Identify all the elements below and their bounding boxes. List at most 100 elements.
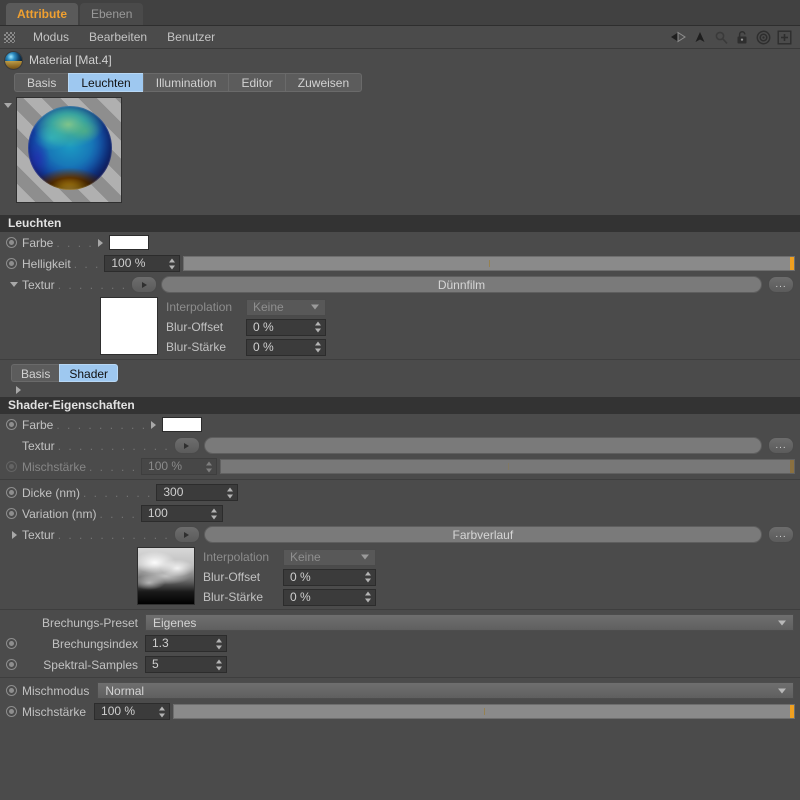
input-shader-blur-offset[interactable]: 0 % bbox=[283, 568, 376, 586]
spinner-icon[interactable] bbox=[314, 341, 321, 353]
toggle-shader-variation[interactable] bbox=[6, 508, 17, 519]
input-leuchten-helligkeit[interactable]: 100 % bbox=[104, 255, 181, 272]
tab-shader-basis[interactable]: Basis bbox=[11, 364, 60, 382]
select-shader-interpolation[interactable]: Keine bbox=[283, 548, 376, 566]
plus-icon[interactable] bbox=[774, 27, 794, 47]
select-mischmodus[interactable]: Normal bbox=[97, 682, 794, 699]
tab-basis[interactable]: Basis bbox=[14, 73, 69, 92]
input-shader-textur[interactable] bbox=[203, 437, 762, 454]
slider-knob[interactable] bbox=[790, 460, 794, 473]
browse-button-leuchten-textur[interactable]: ... bbox=[768, 276, 794, 293]
preview-collapse-toggle[interactable] bbox=[0, 97, 16, 108]
spinner-icon[interactable] bbox=[364, 571, 371, 583]
tab-ebenen[interactable]: Ebenen bbox=[80, 3, 144, 25]
label-shader-blur-staerke: Blur-Stärke bbox=[203, 590, 264, 604]
spinner-icon[interactable] bbox=[314, 321, 321, 333]
texture-thumbnail-leuchten[interactable] bbox=[100, 297, 158, 355]
color-swatch-shader-farbe[interactable] bbox=[162, 417, 203, 432]
slider-leuchten-helligkeit[interactable] bbox=[183, 256, 795, 271]
toggle-leuchten-helligkeit[interactable] bbox=[6, 258, 17, 269]
shader-body: Farbe . . . . . . . . . Textur . . . . .… bbox=[0, 414, 800, 722]
grip-dots-icon[interactable] bbox=[4, 31, 15, 43]
input-leuchten-blur-offset[interactable]: 0 % bbox=[246, 318, 326, 336]
texture-menu-button[interactable] bbox=[173, 437, 200, 454]
spinner-icon[interactable] bbox=[158, 706, 165, 717]
input-mischstaerke[interactable]: 100 % bbox=[94, 703, 171, 720]
expand-leuchten-textur[interactable] bbox=[6, 282, 22, 287]
row-shader-dicke: Dicke (nm) . . . . . . . 300 bbox=[0, 482, 800, 503]
expand-shader-textur2[interactable] bbox=[6, 530, 22, 539]
slider-knob[interactable] bbox=[790, 257, 794, 270]
chevron-down-icon bbox=[361, 554, 369, 560]
toggle-mischmodus[interactable] bbox=[6, 685, 17, 696]
color-swatch-leuchten-farbe[interactable] bbox=[108, 235, 149, 250]
slider-shader-mischstaerke[interactable] bbox=[220, 459, 795, 474]
toggle-leuchten-farbe[interactable] bbox=[6, 237, 17, 248]
spinner-icon[interactable] bbox=[211, 508, 218, 519]
spinner-icon[interactable] bbox=[205, 461, 212, 472]
shader-texture-fields: Interpolation Keine Blur-Offset 0 % Blur… bbox=[203, 547, 376, 607]
menu-item-bearbeiten[interactable]: Bearbeiten bbox=[79, 26, 157, 48]
tab-attribute[interactable]: Attribute bbox=[6, 3, 78, 25]
material-sphere-icon bbox=[5, 51, 22, 69]
input-brechungsindex[interactable]: 1.3 bbox=[145, 635, 227, 652]
browse-button-shader-textur[interactable]: ... bbox=[768, 437, 794, 454]
material-preview[interactable] bbox=[16, 97, 122, 203]
dot-leader: . . . bbox=[73, 256, 101, 271]
row-shader-variation: Variation (nm) . . . . 100 bbox=[0, 503, 800, 524]
menu-bar: Modus Bearbeiten Benutzer bbox=[0, 26, 800, 49]
toggle-spektral-samples[interactable] bbox=[6, 659, 17, 670]
texture-menu-button[interactable] bbox=[131, 276, 158, 293]
toggle-brechungsindex[interactable] bbox=[6, 638, 17, 649]
menu-item-benutzer[interactable]: Benutzer bbox=[157, 26, 225, 48]
lock-icon[interactable] bbox=[732, 27, 752, 47]
input-leuchten-blur-staerke[interactable]: 0 % bbox=[246, 338, 326, 356]
label-leuchten-interpolation: Interpolation bbox=[166, 300, 233, 314]
search-icon[interactable] bbox=[711, 27, 731, 47]
input-spektral-samples[interactable]: 5 bbox=[145, 656, 227, 673]
input-shader-mischstaerke[interactable]: 100 % bbox=[141, 458, 218, 475]
spinner-icon[interactable] bbox=[215, 659, 222, 670]
up-arrow-icon[interactable] bbox=[690, 27, 710, 47]
select-brechungs-preset[interactable]: Eigenes bbox=[145, 614, 794, 631]
row-brechungsindex: Brechungsindex 1.3 bbox=[0, 633, 800, 654]
tab-leuchten[interactable]: Leuchten bbox=[68, 73, 143, 92]
menu-item-modus[interactable]: Modus bbox=[23, 26, 79, 48]
toggle-mischstaerke[interactable] bbox=[6, 706, 17, 717]
input-leuchten-textur[interactable]: Dünnfilm bbox=[161, 276, 762, 293]
tab-editor[interactable]: Editor bbox=[228, 73, 285, 92]
shader-expand-row[interactable] bbox=[0, 383, 800, 397]
input-shader-textur2[interactable]: Farbverlauf bbox=[203, 526, 762, 543]
select-leuchten-interpolation[interactable]: Keine bbox=[246, 298, 326, 316]
input-shader-dicke[interactable]: 300 bbox=[156, 484, 239, 501]
value-shader-textur2: Farbverlauf bbox=[452, 527, 514, 542]
expand-right-icon[interactable] bbox=[151, 420, 157, 429]
texture-menu-button[interactable] bbox=[173, 526, 200, 543]
slider-knob[interactable] bbox=[790, 705, 794, 718]
target-icon[interactable] bbox=[753, 27, 773, 47]
toggle-shader-dicke[interactable] bbox=[6, 487, 17, 498]
back-arrow-icon[interactable] bbox=[669, 27, 689, 47]
slider-mischstaerke[interactable] bbox=[173, 704, 795, 719]
spinner-icon[interactable] bbox=[168, 258, 175, 269]
tab-zuweisen[interactable]: Zuweisen bbox=[284, 73, 363, 92]
row-mischstaerke: Mischstärke 100 % bbox=[0, 701, 800, 722]
spinner-icon[interactable] bbox=[215, 638, 222, 649]
toggle-shader-farbe[interactable] bbox=[6, 419, 17, 430]
expand-right-icon[interactable] bbox=[97, 238, 103, 247]
label-mischstaerke: Mischstärke bbox=[22, 704, 87, 719]
spinner-icon[interactable] bbox=[226, 487, 233, 498]
tab-illumination[interactable]: Illumination bbox=[142, 73, 229, 92]
chevron-down-icon bbox=[10, 282, 18, 287]
texture-thumbnail-shader[interactable] bbox=[137, 547, 195, 605]
input-shader-blur-staerke[interactable]: 0 % bbox=[283, 588, 376, 606]
browse-button-shader-textur2[interactable]: ... bbox=[768, 526, 794, 543]
value-mischmodus: Normal bbox=[105, 683, 145, 698]
input-shader-variation[interactable]: 100 bbox=[140, 505, 223, 522]
spinner-icon[interactable] bbox=[364, 591, 371, 603]
row-shader-farbe: Farbe . . . . . . . . . bbox=[0, 414, 800, 435]
row-shader-blur-staerke: Blur-Stärke 0 % bbox=[203, 587, 376, 607]
tab-shader-shader[interactable]: Shader bbox=[59, 364, 119, 382]
value-shader-interpolation: Keine bbox=[290, 550, 321, 564]
toggle-shader-mischstaerke[interactable] bbox=[6, 461, 17, 472]
